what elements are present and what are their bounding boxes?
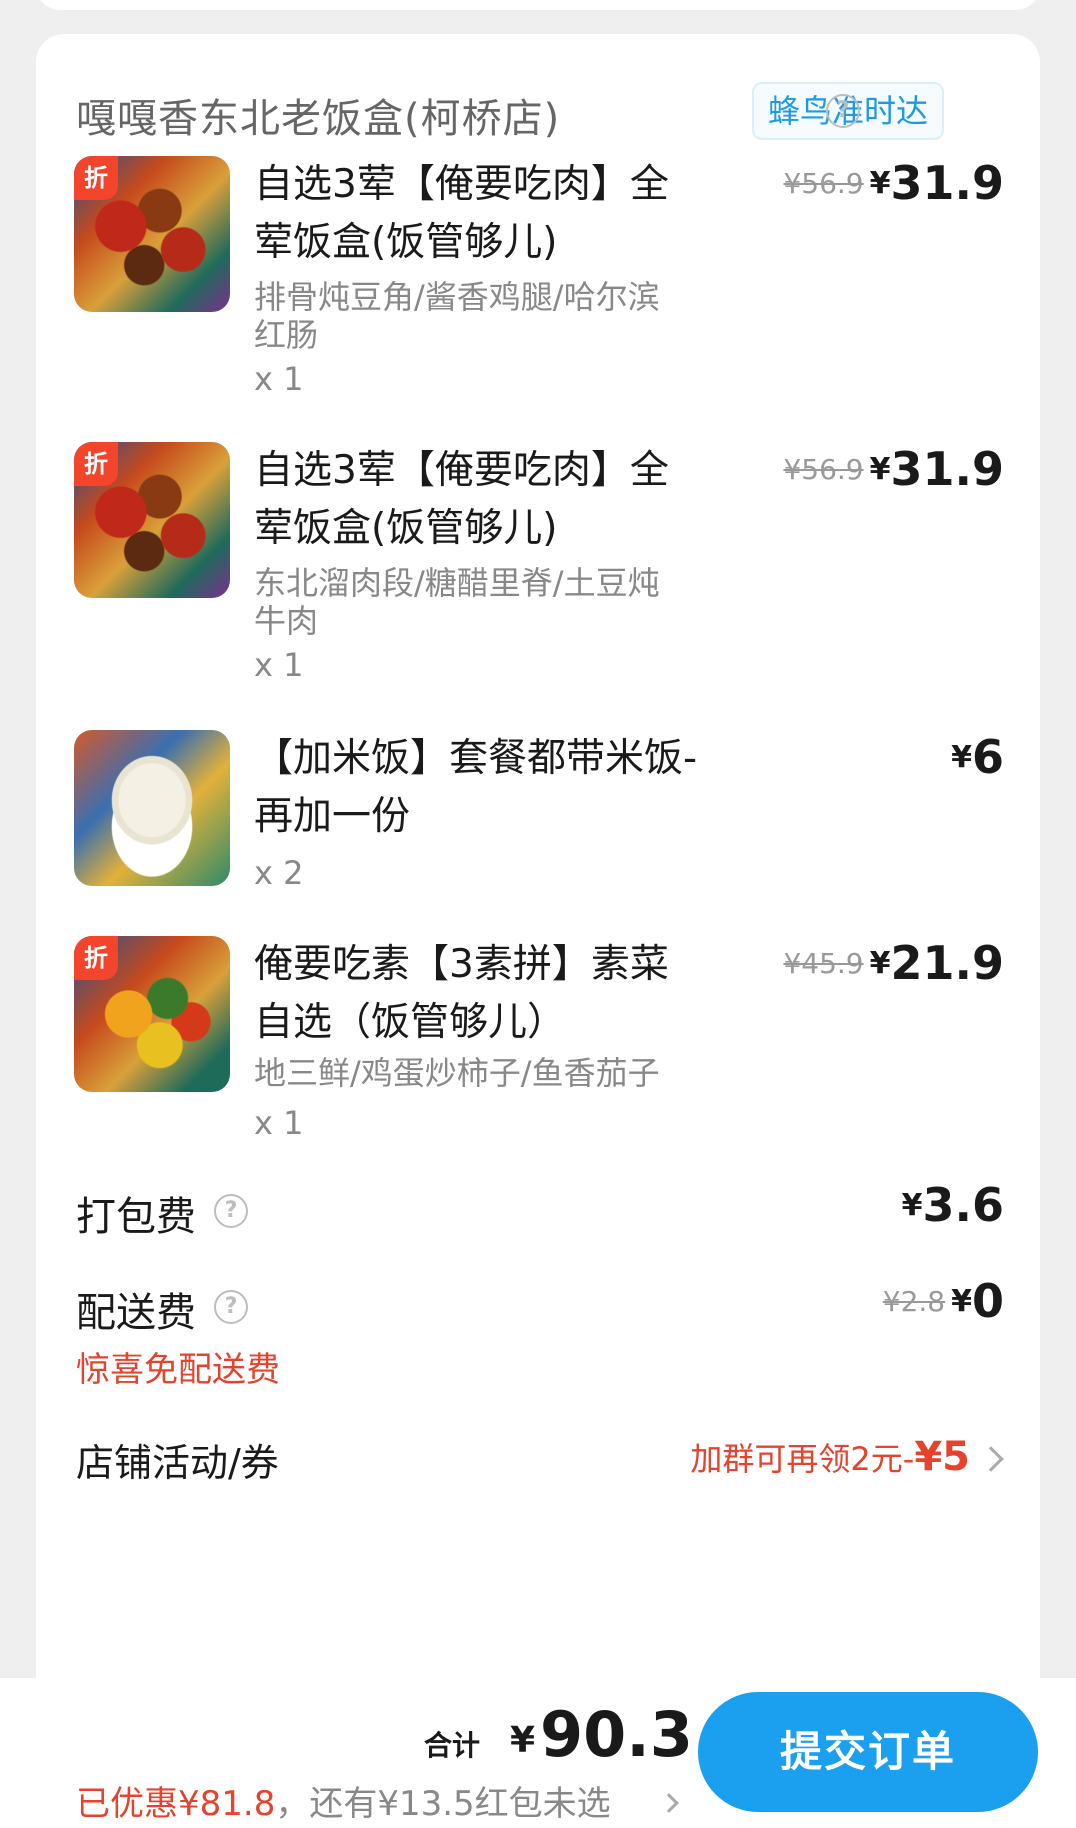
discount-tag: 折	[74, 156, 118, 200]
currency-symbol: ¥	[951, 740, 972, 775]
item-price: ¥6	[951, 730, 1004, 784]
currency-symbol: ¥	[869, 946, 891, 981]
item-name: 俺要吃素【3素拼】素菜自选（饭管够儿）	[254, 942, 669, 1045]
total-amount: 90.3	[540, 1698, 693, 1771]
delivery-fee-label: 配送费	[76, 1290, 196, 1336]
item-quantity: x 1	[254, 1104, 304, 1142]
redpacket-hint: 还有¥13.5红包未选	[309, 1784, 611, 1824]
store-activity-row[interactable]: 店铺活动/券 加群可再领2元-¥5	[36, 1422, 1040, 1482]
help-icon[interactable]: ?	[826, 94, 860, 128]
store-activity-value: 加群可再领2元-¥5	[690, 1434, 970, 1480]
item-quantity: x 2	[254, 854, 304, 892]
item-spec: 地三鲜/鸡蛋炒柿子/鱼香茄子	[254, 1054, 660, 1092]
product-image: 折	[74, 156, 230, 312]
current-price: 21.9	[890, 936, 1005, 990]
discount-summary[interactable]: 已优惠¥81.8，还有¥13.5红包未选	[76, 1776, 611, 1825]
store-activity-label: 店铺活动/券	[76, 1441, 279, 1482]
store-activity-text: 加群可再领2元-	[690, 1440, 915, 1478]
discount-tag: 折	[74, 442, 118, 486]
item-name: 自选3荤【俺要吃肉】全荤饭盒(饭管够儿)	[254, 448, 669, 551]
delivery-fee-value: 0	[971, 1274, 1004, 1328]
chevron-right-icon	[659, 1793, 679, 1813]
item-quantity: x 1	[254, 646, 304, 684]
delivery-promo: 惊喜免配送费	[76, 1350, 280, 1390]
product-image: 折	[74, 936, 230, 1092]
packing-fee: ¥3.6	[902, 1178, 1004, 1232]
item-name: 自选3荤【俺要吃肉】全荤饭盒(饭管够儿)	[254, 162, 669, 265]
current-price: 31.9	[890, 442, 1005, 496]
checkout-bar: 合计 ¥ 90.3 已优惠¥81.8，还有¥13.5红包未选 提交订单	[0, 1678, 1076, 1828]
item-price: ¥56.9 ¥31.9	[783, 156, 1004, 210]
item-name: 【加米饭】套餐都带米饭-再加一份	[254, 736, 698, 839]
item-spec: 排骨炖豆角/酱香鸡腿/哈尔滨红肠	[254, 278, 660, 354]
original-price: ¥45.9	[783, 947, 864, 980]
item-spec: 东北溜肉段/糖醋里脊/土豆炖牛肉	[254, 564, 660, 640]
packing-fee-help-icon[interactable]: ?	[214, 1194, 248, 1228]
currency-symbol: ¥	[951, 1284, 972, 1319]
packing-fee-value: 3.6	[922, 1178, 1005, 1232]
original-price: ¥56.9	[783, 453, 864, 486]
current-price: 6	[971, 730, 1004, 784]
packing-fee-label: 打包费	[76, 1194, 196, 1240]
chevron-right-icon	[978, 1446, 1004, 1472]
total-label: 合计	[424, 1729, 481, 1762]
currency-symbol: ¥	[869, 452, 891, 487]
total-currency: ¥	[510, 1720, 536, 1761]
current-price: 31.9	[890, 156, 1005, 210]
product-image: 折	[74, 442, 230, 598]
currency-symbol: ¥	[869, 166, 891, 201]
item-price: ¥45.9 ¥21.9	[783, 936, 1004, 990]
original-delivery-fee: ¥2.8	[882, 1285, 946, 1318]
previous-card-edge	[36, 0, 1040, 10]
shop-order-card: 嘎嘎香东北老饭盒(柯桥店) 蜂鸟准时达 ? 折 自选3荤【俺要吃肉】全荤饭盒(饭…	[36, 34, 1040, 1734]
product-image	[74, 730, 230, 886]
item-price: ¥56.9 ¥31.9	[783, 442, 1004, 496]
shop-name[interactable]: 嘎嘎香东北老饭盒(柯桥店)	[76, 86, 560, 144]
delivery-fee-help-icon[interactable]: ?	[214, 1290, 248, 1324]
currency-symbol: ¥	[901, 1188, 923, 1223]
discount-tag: 折	[74, 936, 118, 980]
original-price: ¥56.9	[783, 167, 864, 200]
submit-order-button[interactable]: 提交订单	[698, 1692, 1038, 1812]
item-quantity: x 1	[254, 360, 304, 398]
saved-amount: 已优惠¥81.8	[76, 1784, 276, 1824]
store-activity-amount: ¥5	[914, 1434, 970, 1480]
delivery-fee: ¥2.8 ¥0	[883, 1274, 1004, 1328]
separator: ，	[275, 1784, 310, 1824]
